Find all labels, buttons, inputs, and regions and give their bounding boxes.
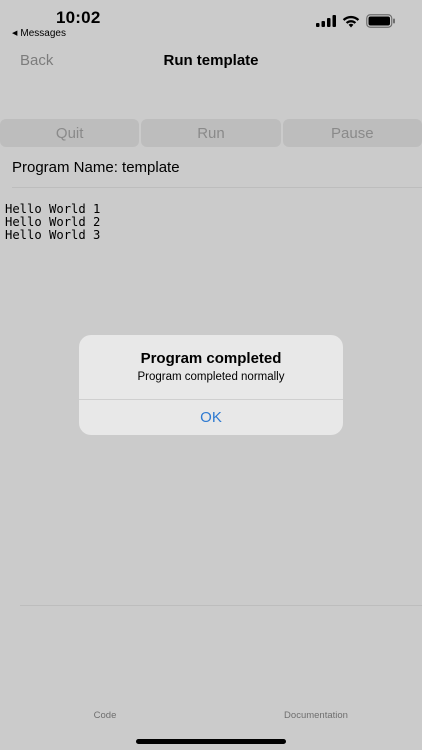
quit-button[interactable]: Quit (0, 119, 140, 147)
status-time: 10:02 (56, 8, 101, 27)
tab-documentation[interactable]: Documentation (268, 710, 364, 721)
tab-code[interactable]: Code (79, 710, 131, 721)
alert-dialog: Program completed Program completed norm… (79, 335, 343, 435)
back-triangle-icon: ◀ (12, 29, 18, 37)
console-line: Hello World 3 (5, 228, 101, 242)
alert-title: Program completed (140, 350, 282, 367)
back-to-app-link[interactable]: ◀ Messages (12, 28, 66, 39)
pause-button[interactable]: Pause (282, 119, 422, 147)
program-name-label: Program Name: template (12, 159, 180, 176)
run-toolbar: Quit Run Pause (0, 119, 422, 147)
program-name-divider (12, 187, 422, 188)
wifi-icon (342, 15, 360, 27)
alert-ok-button[interactable]: OK (79, 400, 343, 435)
battery-icon (366, 14, 395, 28)
back-button[interactable]: Back (20, 52, 53, 69)
console-output: Hello World 1 Hello World 2 Hello World … (5, 203, 100, 242)
run-button[interactable]: Run (141, 119, 281, 147)
home-indicator[interactable] (136, 739, 286, 744)
back-app-label: Messages (20, 28, 66, 39)
status-icons (316, 14, 396, 28)
cellular-signal-icon (316, 15, 336, 27)
alert-message: Program completed normally (137, 371, 285, 383)
console-bottom-divider (20, 605, 422, 606)
page-title: Run template (163, 52, 259, 69)
